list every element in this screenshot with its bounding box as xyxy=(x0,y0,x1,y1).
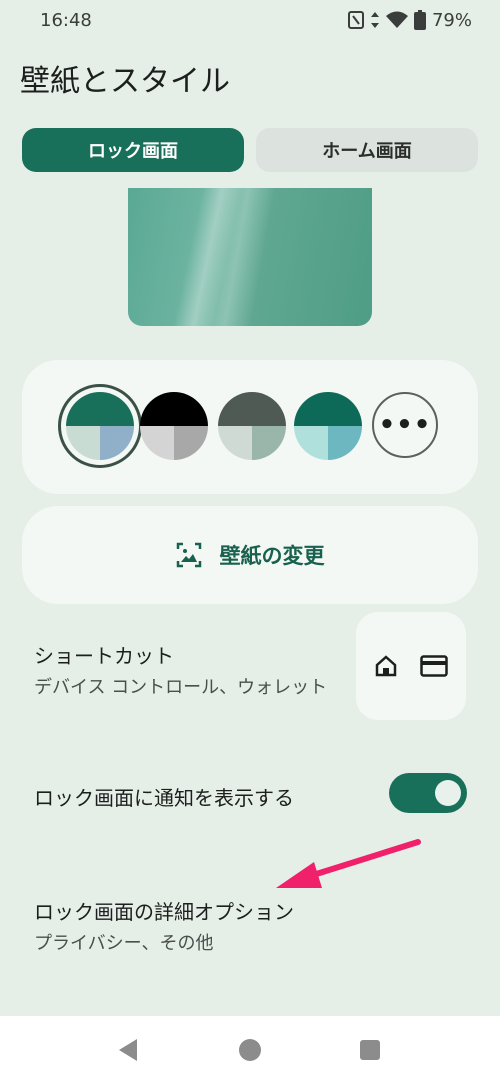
image-icon xyxy=(176,542,201,568)
shortcut-subtitle: デバイス コントロール、ウォレット xyxy=(34,677,328,698)
navigation-bar xyxy=(0,1016,500,1083)
annotation-arrow xyxy=(276,839,421,888)
lock-advanced-title: ロック画面の詳細オプション xyxy=(34,900,294,924)
battery-icon xyxy=(413,10,426,30)
shortcut-title: ショートカット xyxy=(34,644,174,668)
more-colors-button[interactable]: ••• xyxy=(372,392,438,458)
swatch-4-top xyxy=(294,392,362,426)
battery-percent: 79% xyxy=(431,9,472,31)
swatch-1-bottom-right xyxy=(100,426,134,460)
page-title: 壁紙とスタイル xyxy=(20,64,230,99)
recents-icon[interactable] xyxy=(360,1040,380,1060)
home-nav-icon[interactable] xyxy=(239,1039,261,1061)
wallpaper-preview[interactable] xyxy=(128,188,372,326)
tab-home-screen[interactable]: ホーム画面 xyxy=(256,128,478,172)
lock-notifications-toggle[interactable] xyxy=(389,773,467,813)
swatch-1-bottom-left xyxy=(66,426,100,460)
swatch-4-bottom-right xyxy=(328,426,362,460)
swatch-3-bottom-right xyxy=(252,426,286,460)
lock-advanced-subtitle: プライバシー、その他 xyxy=(34,933,214,954)
color-swatch-2[interactable] xyxy=(140,392,208,460)
color-swatch-4[interactable] xyxy=(294,392,362,460)
lock-advanced-options[interactable]: ロック画面の詳細オプション プライバシー、その他 xyxy=(34,896,294,955)
preview-light-streak xyxy=(173,188,243,326)
status-icons: 79% xyxy=(347,9,472,31)
home-icon xyxy=(375,655,397,677)
swatch-3-top xyxy=(218,392,286,426)
swatch-2-top xyxy=(140,392,208,426)
change-wallpaper-button[interactable]: 壁紙の変更 xyxy=(22,506,478,604)
shortcut-preview-card[interactable] xyxy=(356,612,466,720)
shortcut-setting[interactable]: ショートカット デバイス コントロール、ウォレット xyxy=(34,640,327,699)
color-swatch-1[interactable] xyxy=(66,392,134,460)
screen-tabs: ロック画面 ホーム画面 xyxy=(22,128,478,172)
nfc-icon xyxy=(347,11,364,29)
tab-lock-screen[interactable]: ロック画面 xyxy=(22,128,244,172)
swatch-3-bottom-left xyxy=(218,426,252,460)
data-arrows-icon xyxy=(370,12,379,28)
swatch-2-bottom-left xyxy=(140,426,174,460)
swatch-4-bottom-left xyxy=(294,426,328,460)
lock-notifications-title: ロック画面に通知を表示する xyxy=(34,786,294,810)
change-wallpaper-label: 壁紙の変更 xyxy=(219,544,325,568)
color-palette-card: ••• xyxy=(22,360,478,494)
swatch-2-bottom-right xyxy=(174,426,208,460)
swatch-1-top xyxy=(66,392,134,426)
wifi-icon xyxy=(385,11,408,28)
status-time: 16:48 xyxy=(40,9,92,31)
lock-notifications-setting[interactable]: ロック画面に通知を表示する xyxy=(34,782,294,811)
color-swatch-3[interactable] xyxy=(218,392,286,460)
status-bar: 16:48 79% xyxy=(0,0,500,40)
more-dots-icon: ••• xyxy=(378,410,432,440)
wallet-card-icon xyxy=(420,655,448,677)
toggle-knob xyxy=(435,780,461,806)
back-icon[interactable] xyxy=(118,1038,138,1062)
